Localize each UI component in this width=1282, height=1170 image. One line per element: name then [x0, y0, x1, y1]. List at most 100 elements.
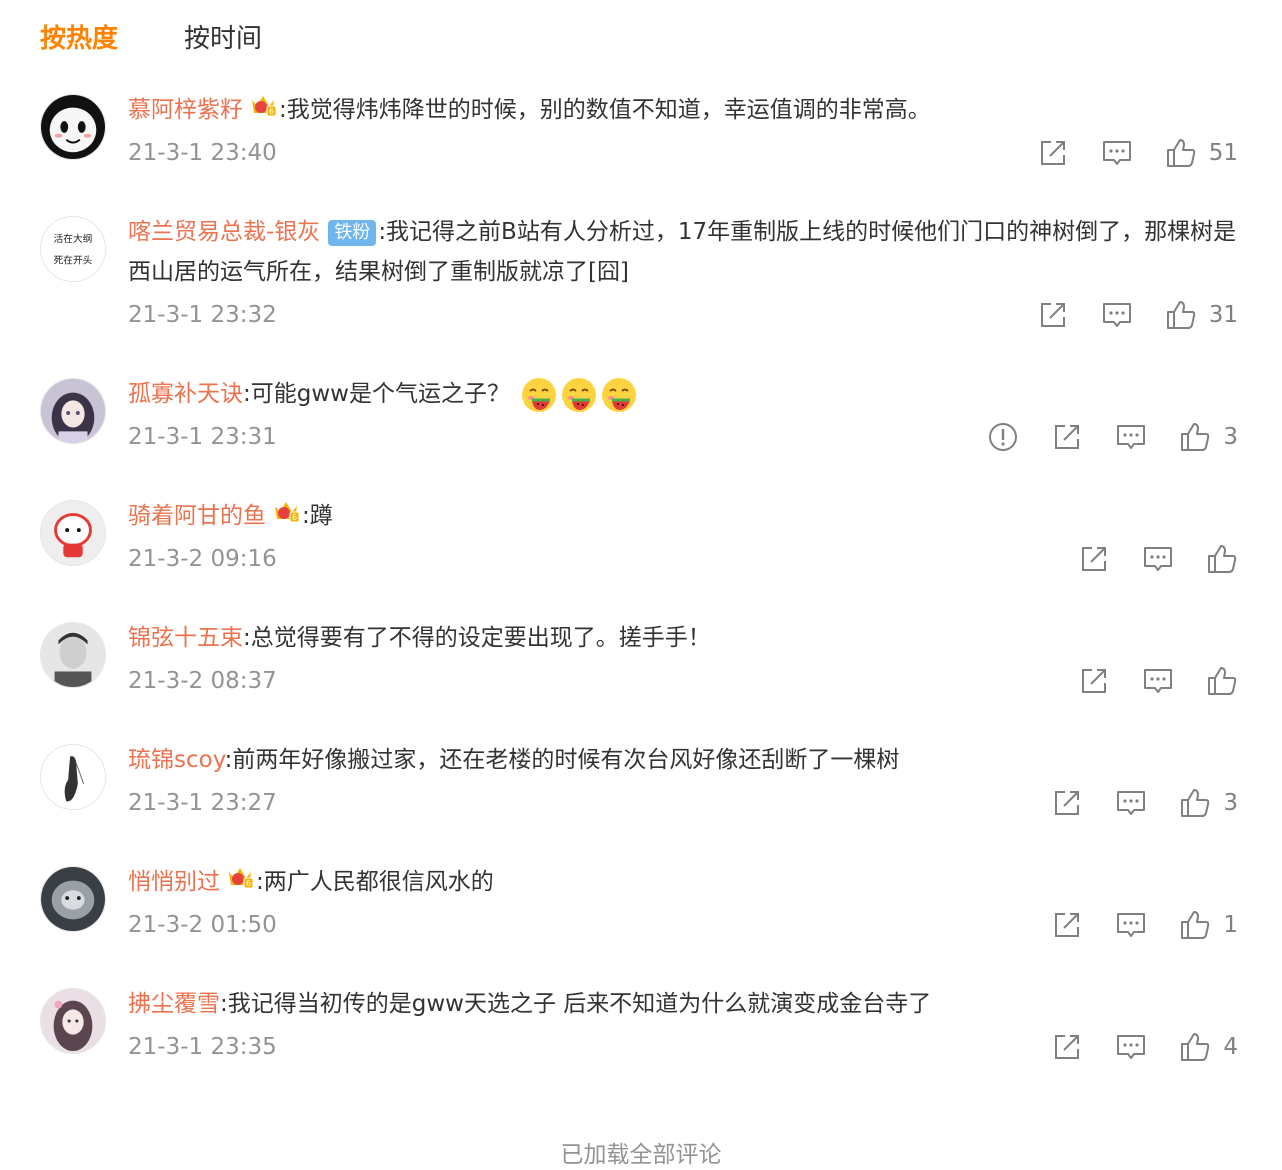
share-icon [1037, 137, 1069, 169]
share-button[interactable] [1037, 299, 1069, 331]
comment-content: :两广人民都很信风水的 [256, 869, 494, 895]
comment-icon [1115, 1031, 1147, 1063]
melon-emoji-icon [600, 376, 638, 414]
comment-content: :可能gww是个气运之子？ [243, 381, 510, 407]
share-button[interactable] [1051, 909, 1083, 941]
comment-time: 21-3-2 09:16 [128, 546, 277, 572]
comment-username[interactable]: 悄悄别过 [128, 869, 220, 895]
comment-actions [1046, 542, 1238, 576]
comment-button[interactable] [1115, 1031, 1147, 1063]
comment-username[interactable]: 琉锦scoy [128, 747, 225, 773]
comment-time: 21-3-1 23:35 [128, 1034, 277, 1060]
avatar[interactable] [40, 94, 106, 160]
comment-username[interactable]: 拂尘覆雪 [128, 991, 220, 1017]
comment-text: 慕阿梓紫籽 6 :我觉得炜炜降世的时候，别的数值不知道，幸运值调的非常高。 [128, 90, 1238, 131]
comment-content: :总觉得要有了不得的设定要出现了。搓手手！ [243, 625, 711, 651]
comment-username[interactable]: 孤寡补天诀 [128, 381, 243, 407]
comment-text: 喀兰贸易总裁-银灰 铁粉:我记得之前B站有人分析过，17年重制版上线的时候他们门口… [128, 212, 1238, 292]
avatar[interactable] [40, 866, 106, 932]
like-icon [1179, 787, 1211, 819]
tab-sort-hot[interactable]: 按热度 [40, 20, 118, 58]
comment-content: :我记得当初传的是gww天选之子 后来不知道为什么就演变成金台寺了 [220, 991, 932, 1017]
comment-text: 拂尘覆雪:我记得当初传的是gww天选之子 后来不知道为什么就演变成金台寺了 [128, 984, 1238, 1024]
avatar[interactable] [40, 622, 106, 688]
comment-button[interactable] [1101, 299, 1133, 331]
share-icon [1051, 909, 1083, 941]
like-button[interactable] [1206, 665, 1238, 697]
avatar[interactable] [40, 988, 106, 1054]
share-button[interactable] [1051, 421, 1083, 453]
comment-button[interactable] [1142, 665, 1174, 697]
comment-content: :我觉得炜炜降世的时候，别的数值不知道，幸运值调的非常高。 [279, 97, 931, 123]
comment-time: 21-3-1 23:31 [128, 424, 277, 450]
like-count: 3 [1223, 790, 1238, 816]
comment-time: 21-3-1 23:32 [128, 302, 277, 328]
svg-text:6: 6 [269, 107, 274, 116]
comment-actions: 31 [1005, 298, 1238, 332]
avatar[interactable] [40, 378, 106, 444]
like-button[interactable] [1206, 543, 1238, 575]
report-icon [987, 421, 1019, 453]
comment-time: 21-3-2 01:50 [128, 912, 277, 938]
comment-username[interactable]: 慕阿梓紫籽 [128, 97, 243, 123]
like-button[interactable]: 51 [1165, 137, 1238, 169]
comment-username[interactable]: 喀兰贸易总裁-银灰 [128, 219, 320, 245]
tab-sort-time[interactable]: 按时间 [184, 20, 262, 58]
crown-badge-icon: 6 [226, 862, 254, 903]
avatar[interactable] [40, 500, 106, 566]
comment-icon [1115, 787, 1147, 819]
share-button[interactable] [1037, 137, 1069, 169]
avatar[interactable] [40, 744, 106, 810]
like-icon [1206, 543, 1238, 575]
avatar-text-line2: 死在开头 [54, 255, 93, 267]
svg-text:6: 6 [292, 513, 297, 522]
comment-content: :蹲 [302, 503, 333, 529]
share-button[interactable] [1078, 543, 1110, 575]
comment-icon [1101, 137, 1133, 169]
comment-icon [1101, 299, 1133, 331]
comment-content: :前两年好像搬过家，还在老楼的时候有次台风好像还刮断了一棵树 [224, 747, 900, 773]
share-button[interactable] [1051, 787, 1083, 819]
comment-icon [1142, 543, 1174, 575]
comment-username[interactable]: 骑着阿甘的鱼 [128, 503, 266, 529]
like-count: 31 [1208, 302, 1238, 328]
avatar[interactable]: 活在大纲 死在开头 [40, 216, 106, 282]
like-icon [1165, 299, 1197, 331]
report-button[interactable] [987, 421, 1019, 453]
share-icon [1078, 665, 1110, 697]
like-button[interactable]: 3 [1179, 421, 1238, 453]
comment-icon [1142, 665, 1174, 697]
like-icon [1206, 665, 1238, 697]
like-button[interactable]: 1 [1179, 909, 1238, 941]
avatar-text-line1: 活在大纲 [54, 232, 93, 245]
share-icon [1051, 787, 1083, 819]
comment-button[interactable] [1115, 787, 1147, 819]
comment-time: 21-3-1 23:27 [128, 790, 277, 816]
like-button[interactable]: 31 [1165, 299, 1238, 331]
crown-badge-icon: 6 [272, 496, 300, 537]
comment-button[interactable] [1101, 137, 1133, 169]
like-icon [1179, 909, 1211, 941]
comment-time: 21-3-2 08:37 [128, 668, 277, 694]
share-icon [1037, 299, 1069, 331]
share-button[interactable] [1078, 665, 1110, 697]
like-count: 51 [1208, 140, 1238, 166]
like-count: 1 [1223, 912, 1238, 938]
like-icon [1179, 421, 1211, 453]
svg-text:6: 6 [246, 879, 251, 888]
like-button[interactable]: 3 [1179, 787, 1238, 819]
comment-actions: 4 [1019, 1030, 1238, 1064]
comment-text: 琉锦scoy:前两年好像搬过家，还在老楼的时候有次台风好像还刮断了一棵树 [128, 740, 1238, 780]
comment-button[interactable] [1142, 543, 1174, 575]
like-button[interactable]: 4 [1179, 1031, 1238, 1063]
share-button[interactable] [1051, 1031, 1083, 1063]
comment-actions: 3 [955, 420, 1238, 454]
comment-text: 悄悄别过 6 :两广人民都很信风水的 [128, 862, 1238, 903]
comment-button[interactable] [1115, 421, 1147, 453]
comment-button[interactable] [1115, 909, 1147, 941]
comment-text: 孤寡补天诀:可能gww是个气运之子？ [128, 374, 1238, 414]
comment-text: 骑着阿甘的鱼 6 :蹲 [128, 496, 1238, 537]
like-icon [1179, 1031, 1211, 1063]
share-icon [1078, 543, 1110, 575]
comment-username[interactable]: 锦弦十五束 [128, 625, 243, 651]
